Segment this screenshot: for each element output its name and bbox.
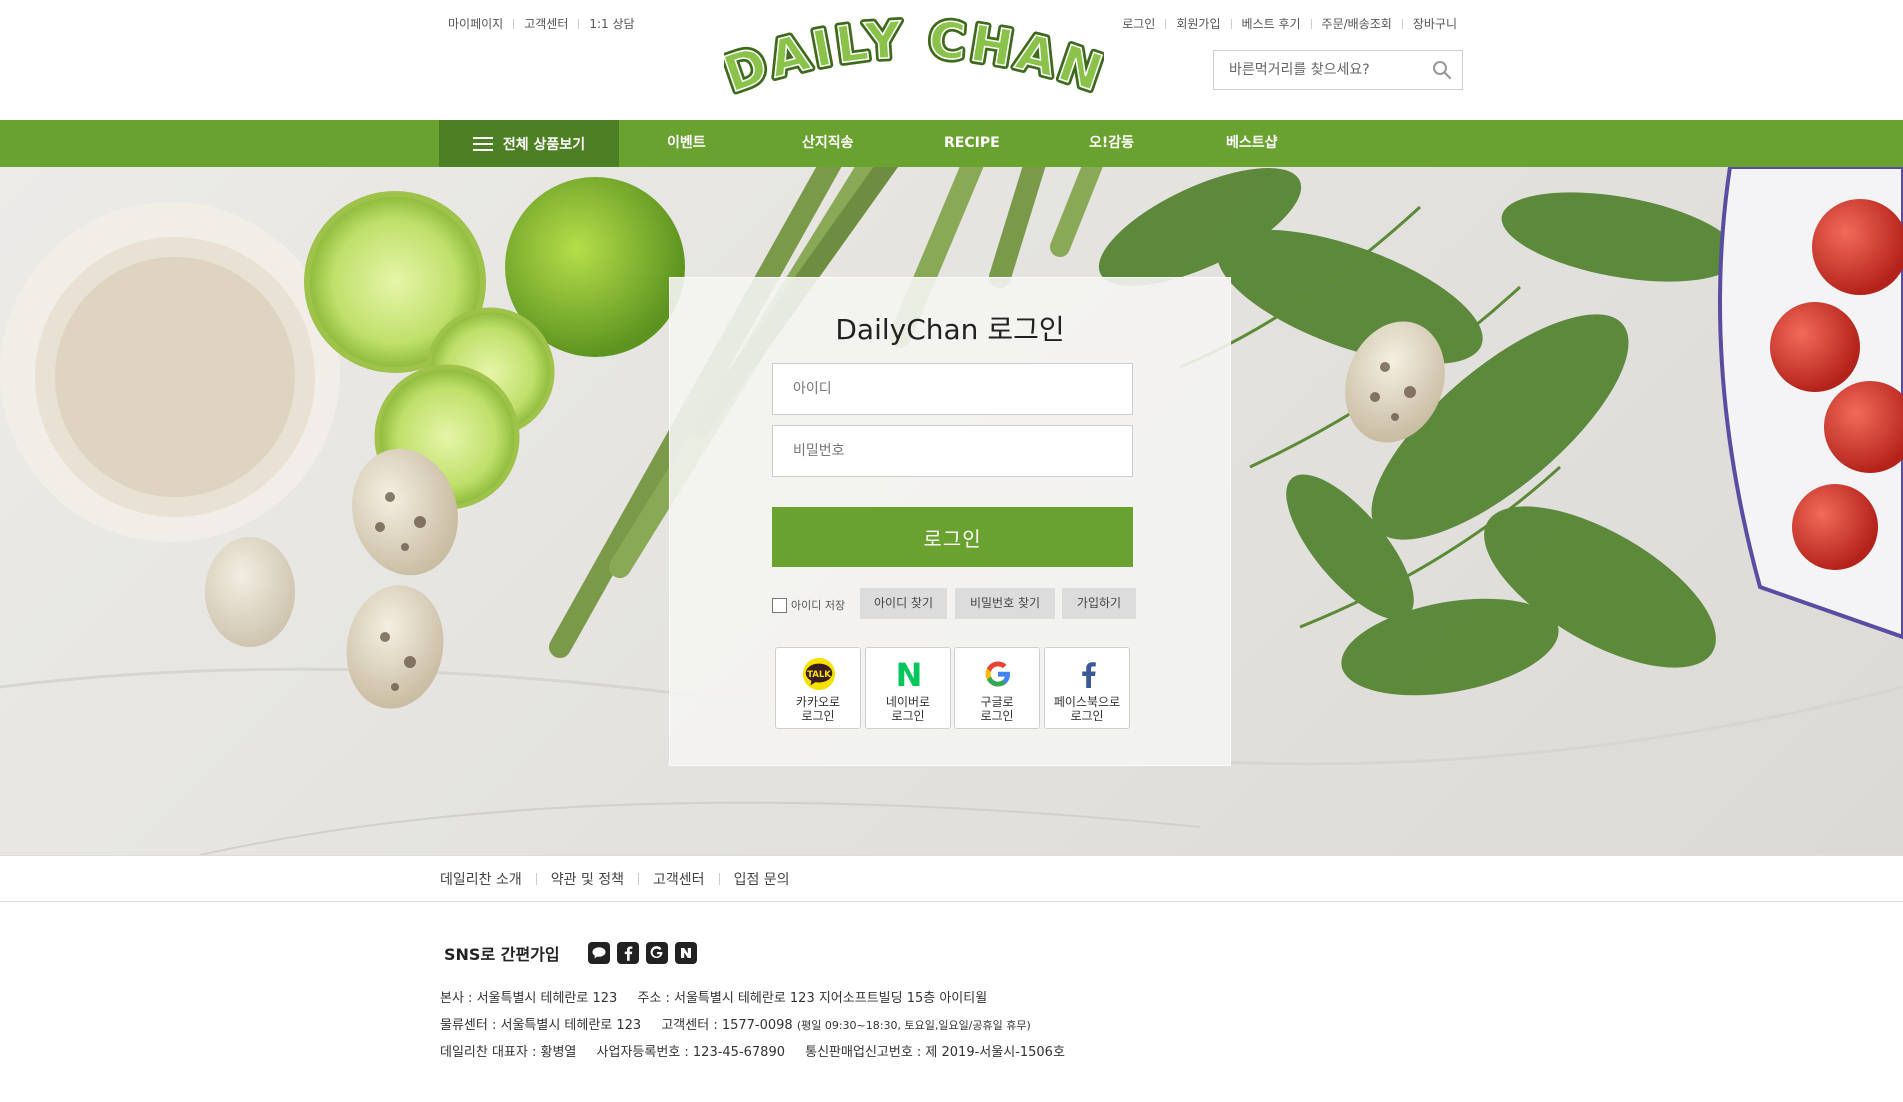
- footer-divider: [535, 872, 537, 885]
- naver-icon[interactable]: [674, 942, 697, 964]
- footer-link-about[interactable]: 데일리찬 소개: [440, 869, 522, 889]
- signup-link[interactable]: 회원가입: [1176, 16, 1220, 32]
- google-login-button[interactable]: 구글로 로그인: [954, 647, 1040, 729]
- utility-menu-right: 로그인 회원가입 베스트 후기 주문/배송조회 장바구니: [1122, 16, 1457, 32]
- search-box: [1213, 50, 1463, 90]
- google-login-label: 구글로 로그인: [980, 695, 1014, 723]
- password-input[interactable]: [772, 425, 1133, 477]
- footer-sns-signup: SNS로 간편가입: [444, 941, 704, 965]
- facebook-icon: [1070, 656, 1106, 692]
- user-id-input[interactable]: [772, 363, 1133, 415]
- cart-link[interactable]: 장바구니: [1413, 16, 1457, 32]
- kakao-login-label: 카카오로 로그인: [795, 695, 841, 723]
- footer-link-customer-center[interactable]: 고객센터: [653, 869, 705, 889]
- business-reg-number: 사업자등록번호 : 123-45-67890: [596, 1045, 785, 1060]
- sns-signup-title: SNS로 간편가입: [444, 945, 560, 964]
- all-products-label: 전체 상품보기: [502, 136, 586, 153]
- hamburger-menu-icon: [472, 136, 493, 152]
- footer-divider: [638, 872, 640, 885]
- svg-text:DAILY CHAN: DAILY CHAN: [724, 14, 1104, 104]
- util-divider: [513, 19, 515, 29]
- naver-icon: N: [891, 656, 927, 692]
- logistics-center: 물류센터 : 서울특별시 테헤란로 123: [440, 1018, 642, 1033]
- google-icon[interactable]: [645, 942, 668, 964]
- nav-item-best-shop[interactable]: 베스트샵: [1226, 120, 1278, 167]
- customer-hours: (평일 09:30~18:30, 토요일,일요일/공휴일 휴무): [796, 1019, 1031, 1032]
- kakao-talk-icon: TALK: [801, 656, 837, 692]
- save-id-label: 아이디 저장: [791, 599, 846, 612]
- order-tracking-link[interactable]: 주문/배송조회: [1322, 16, 1392, 32]
- join-button[interactable]: 가입하기: [1062, 588, 1136, 619]
- search-icon[interactable]: [1432, 60, 1452, 80]
- logo-text: DAILY CHAN: [724, 14, 1104, 105]
- util-divider: [578, 19, 580, 29]
- facebook-login-button[interactable]: 페이스북으로 로그인: [1044, 647, 1130, 729]
- hero-background: DailyChan 로그인 로그인 아이디 저장 아이디 찾기 비밀번호 찾기 …: [0, 167, 1903, 855]
- util-divider: [1310, 19, 1312, 29]
- kakao-badge-text: TALK: [807, 670, 831, 680]
- util-divider: [1230, 19, 1232, 29]
- nav-item-direct-delivery[interactable]: 산지직송: [802, 120, 854, 167]
- kakao-icon[interactable]: [587, 942, 610, 964]
- company-info-line-1: 본사 : 서울특별시 테헤란로 123 주소 : 서울특별시 테헤란로 123 …: [440, 990, 987, 1008]
- login-panel: DailyChan 로그인 로그인 아이디 저장 아이디 찾기 비밀번호 찾기 …: [669, 277, 1231, 766]
- company-info-line-3: 데일리찬 대표자 : 황병열 사업자등록번호 : 123-45-67890 통신…: [440, 1044, 1065, 1062]
- login-link[interactable]: 로그인: [1122, 16, 1155, 32]
- best-review-link[interactable]: 베스트 후기: [1242, 16, 1301, 32]
- footer-navigation: 데일리찬 소개 약관 및 정책 고객센터 입점 문의: [0, 855, 1903, 902]
- footer-divider: [718, 872, 720, 885]
- footer-link-vendor-inquiry[interactable]: 입점 문의: [734, 869, 790, 889]
- nav-item-event[interactable]: 이벤트: [667, 120, 706, 167]
- footer-link-terms[interactable]: 약관 및 정책: [551, 869, 624, 889]
- hq-address: 본사 : 서울특별시 테헤란로 123: [440, 991, 618, 1006]
- site-header: 마이페이지 고객센터 1:1 상담 로그인 회원가입 베스트 후기 주문/배송조…: [0, 0, 1903, 120]
- naver-badge-text: N: [896, 659, 923, 689]
- login-submit-button[interactable]: 로그인: [772, 507, 1133, 567]
- google-icon: [980, 656, 1016, 692]
- nav-item-recipe[interactable]: RECIPE: [944, 120, 1000, 167]
- search-input[interactable]: [1214, 51, 1424, 89]
- ceo-name: 데일리찬 대표자 : 황병열: [440, 1045, 577, 1060]
- full-address: 주소 : 서울특별시 테헤란로 123 지어소프트빌딩 15층 아이티윌: [637, 991, 988, 1006]
- facebook-login-label: 페이스북으로 로그인: [1053, 695, 1121, 723]
- mail-order-reg-number: 통신판매업신고번호 : 제 2019-서울시-1506호: [805, 1045, 1065, 1060]
- customer-center-link[interactable]: 고객센터: [524, 16, 568, 32]
- company-info-line-2: 물류센터 : 서울특별시 테헤란로 123 고객센터 : 1577-0098 (…: [440, 1017, 1031, 1035]
- find-password-button[interactable]: 비밀번호 찾기: [955, 588, 1055, 619]
- customer-phone: 고객센터 : 1577-0098: [661, 1018, 793, 1033]
- checkbox-icon[interactable]: [772, 597, 787, 613]
- daily-chan-logo[interactable]: DAILY CHAN DAILY CHAN: [724, 14, 1104, 110]
- find-id-button[interactable]: 아이디 찾기: [860, 588, 947, 619]
- naver-login-label: 네이버로 로그인: [885, 695, 931, 723]
- login-title: DailyChan 로그인: [835, 313, 1065, 346]
- save-id-checkbox[interactable]: 아이디 저장: [772, 597, 845, 613]
- nav-item-ogamdong[interactable]: 오!감동: [1089, 120, 1134, 167]
- mypage-link[interactable]: 마이페이지: [448, 16, 503, 32]
- kakao-login-button[interactable]: TALK 카카오로 로그인: [775, 647, 861, 729]
- naver-login-button[interactable]: N 네이버로 로그인: [865, 647, 951, 729]
- facebook-icon[interactable]: [616, 942, 639, 964]
- util-divider: [1165, 19, 1167, 29]
- main-navigation: 전체 상품보기 이벤트 산지직송 RECIPE 오!감동 베스트샵: [0, 120, 1903, 167]
- utility-menu-left: 마이페이지 고객센터 1:1 상담: [448, 16, 635, 32]
- util-divider: [1401, 19, 1403, 29]
- all-products-button[interactable]: 전체 상품보기: [439, 120, 619, 167]
- one-to-one-link[interactable]: 1:1 상담: [589, 16, 634, 32]
